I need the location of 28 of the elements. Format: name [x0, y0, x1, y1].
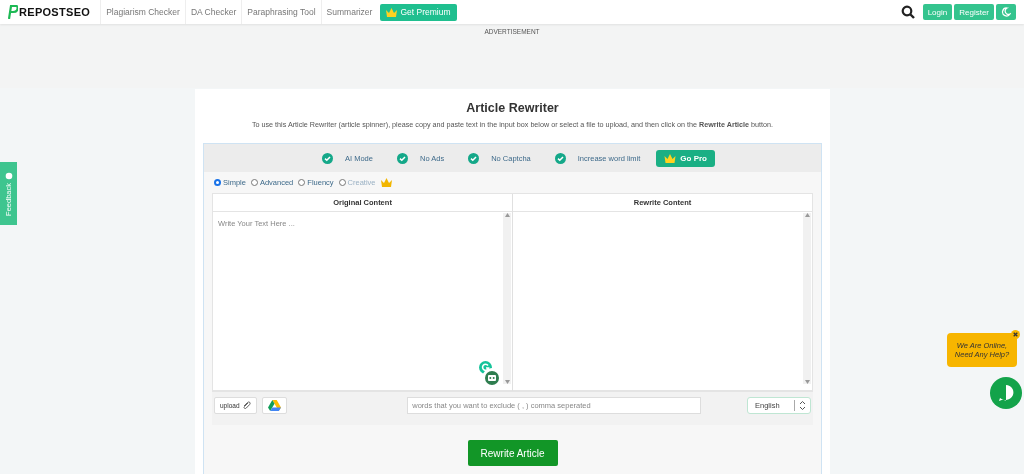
close-icon[interactable]: [1011, 330, 1020, 339]
check-icon: [322, 152, 334, 164]
check-icon: [468, 152, 480, 164]
scrollbar[interactable]: [503, 213, 511, 384]
logo-icon: [8, 5, 18, 19]
chat-button[interactable]: [990, 377, 1022, 409]
check-icon: [396, 152, 408, 164]
rewrite-article-button[interactable]: Rewrite Article: [467, 440, 558, 466]
search-icon[interactable]: [900, 5, 915, 19]
go-pro-button[interactable]: Go Pro: [656, 149, 715, 167]
page-title: Article Rewriter: [466, 101, 559, 115]
crown-icon: [386, 7, 398, 17]
dark-mode-button[interactable]: [996, 4, 1016, 20]
check-icon: [554, 152, 566, 164]
scroll-up-icon[interactable]: [504, 213, 510, 217]
scrollbar[interactable]: [803, 213, 811, 384]
scroll-up-icon[interactable]: [804, 213, 810, 217]
paperclip-icon: [241, 401, 251, 410]
scroll-down-icon[interactable]: [804, 380, 810, 384]
logo-text[interactable]: REPOSTSEO: [19, 6, 91, 18]
google-drive-button[interactable]: [261, 397, 287, 414]
scroll-down-icon[interactable]: [504, 380, 510, 384]
drive-icon: [267, 400, 281, 411]
chevron-icon: [799, 400, 806, 411]
moon-icon: [1001, 7, 1011, 17]
crown-icon: [664, 153, 677, 163]
chat-icon: [4, 171, 13, 180]
robot-icon[interactable]: [482, 368, 502, 388]
